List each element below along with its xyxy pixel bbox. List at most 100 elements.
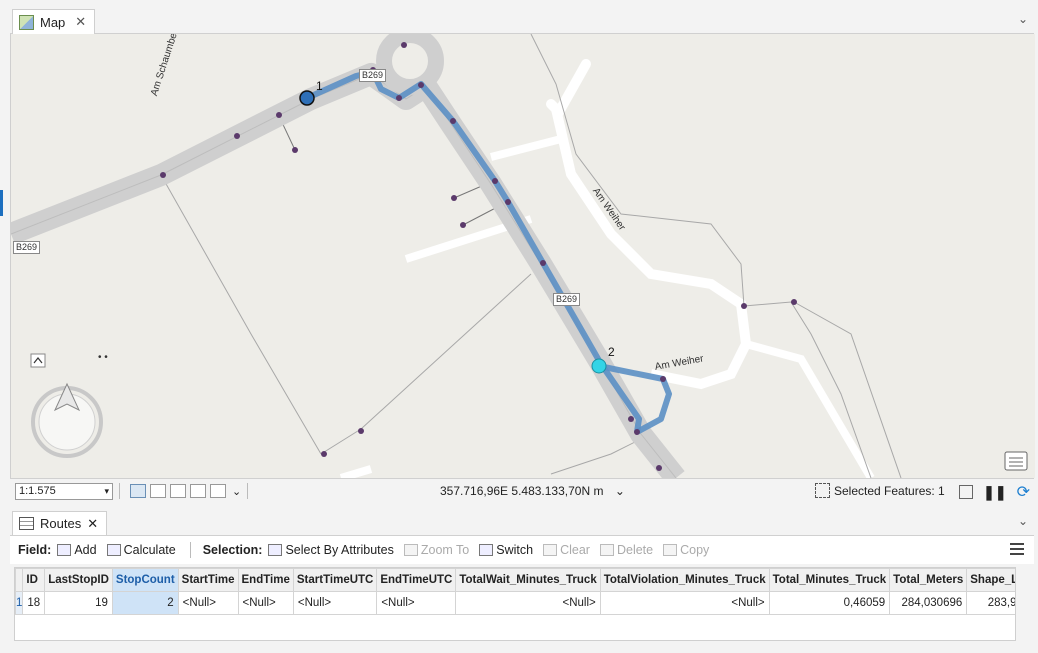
road-shield-b269-left: B269 <box>13 241 41 254</box>
table-cell[interactable]: 18 <box>22 591 46 615</box>
chevron-down-icon[interactable]: ⌄ <box>232 485 241 498</box>
scale-value: 1:1.575 <box>19 485 56 497</box>
chevron-down-icon: ⌄ <box>614 484 625 498</box>
table-corner <box>15 568 24 592</box>
column-header[interactable]: StartTime <box>177 568 239 592</box>
refresh-icon[interactable]: ⟳ <box>1017 482 1030 502</box>
table-icon <box>19 517 34 530</box>
calculate-field-button[interactable]: Calculate <box>106 543 176 557</box>
routes-tab[interactable]: Routes ✕ <box>12 511 108 535</box>
column-header[interactable]: EndTimeUTC <box>376 568 457 592</box>
table-cell[interactable]: <Null> <box>376 591 457 615</box>
copy-label: Copy <box>680 543 710 557</box>
column-header[interactable]: StopCount <box>111 568 179 592</box>
clear-selection-button[interactable]: Clear <box>543 543 590 557</box>
selected-features-label: Selected Features: 1 <box>834 483 945 498</box>
column-header[interactable]: Total_Minutes_Truck <box>768 568 891 592</box>
stop-1-marker[interactable] <box>299 90 315 106</box>
left-dock-indicator <box>0 190 3 216</box>
column-header[interactable]: LastStopID <box>44 568 113 592</box>
clear-icon <box>543 544 558 556</box>
coordinates-readout[interactable]: 357.716,96E 5.483.133,70N m ⌄ <box>440 484 625 498</box>
routes-tab-bar: Routes ✕ ⌄ <box>10 509 1034 536</box>
copy-icon <box>663 544 678 556</box>
routes-table: ID LastStopID StopCount StartTime EndTim… <box>15 568 1015 615</box>
map-tab[interactable]: Map ✕ <box>12 9 96 34</box>
divider <box>119 483 120 499</box>
pause-icon[interactable]: ❚❚ <box>983 484 1006 501</box>
constraint-icon[interactable] <box>190 484 206 498</box>
table-cell[interactable]: <Null> <box>455 591 601 615</box>
layout-icon[interactable] <box>959 485 974 499</box>
table-cell[interactable]: 0,46059 <box>768 591 891 615</box>
scale-dropdown[interactable]: 1:1.575 ▾ <box>15 482 113 500</box>
divider <box>247 483 249 499</box>
table-cell[interactable]: 19 <box>44 591 113 615</box>
north-arrow-icon[interactable] <box>31 382 103 458</box>
select-by-attributes-label: Select By Attributes <box>285 543 394 557</box>
grid-icon[interactable] <box>150 484 166 498</box>
snapping-icon[interactable] <box>170 484 186 498</box>
clear-label: Clear <box>560 543 590 557</box>
chevron-down-icon[interactable]: ⌄ <box>1018 514 1028 528</box>
refresh-area: ❚❚ ⟳ <box>959 482 1030 502</box>
switch-label: Switch <box>496 543 534 557</box>
zoom-to-button[interactable]: Zoom To <box>403 543 470 557</box>
selection-icon <box>815 483 830 498</box>
chevron-down-icon[interactable]: ⌄ <box>1018 12 1028 26</box>
calculator-icon <box>106 544 121 556</box>
stop-2-marker[interactable] <box>591 358 607 374</box>
routes-tab-label: Routes <box>40 516 82 531</box>
field-label: Field: <box>18 543 52 557</box>
delete-label: Delete <box>616 543 654 557</box>
correction-icon[interactable] <box>210 484 226 498</box>
delete-icon <box>599 544 614 556</box>
table-cell[interactable]: <Null> <box>292 591 378 615</box>
select-by-attributes-button[interactable]: Select By Attributes <box>268 543 394 557</box>
column-header[interactable]: ID <box>22 568 46 592</box>
stop-2-label: 2 <box>608 345 615 359</box>
switch-selection-button[interactable]: Switch <box>479 543 533 557</box>
expand-button[interactable] <box>30 353 46 368</box>
selected-features-indicator[interactable]: Selected Features: 1 <box>815 483 945 498</box>
table-cell[interactable]: 2 <box>111 591 179 615</box>
attribute-table[interactable]: ID LastStopID StopCount StartTime EndTim… <box>14 567 1016 641</box>
map-view[interactable]: • • Am Schaumberg Am Weiher Am Weiher B2… <box>10 34 1035 478</box>
zoom-to-label: Zoom To <box>420 543 470 557</box>
column-header[interactable]: EndTime <box>237 568 294 592</box>
chevron-down-icon: ▾ <box>104 485 109 496</box>
column-header[interactable]: StartTimeUTC <box>292 568 378 592</box>
basemap-icon[interactable] <box>1004 451 1028 471</box>
zoom-to-icon <box>403 544 418 556</box>
coordinates-value: 357.716,96E 5.483.133,70N m <box>440 484 604 498</box>
calculate-label: Calculate <box>123 543 176 557</box>
column-header[interactable]: Total_Meters <box>889 568 968 592</box>
select-by-attributes-icon <box>268 544 283 556</box>
column-header[interactable]: TotalViolation_Minutes_Truck <box>599 568 770 592</box>
table-cell[interactable]: <Null> <box>237 591 294 615</box>
table-cell[interactable]: <Null> <box>177 591 239 615</box>
delete-button[interactable]: Delete <box>599 543 654 557</box>
add-field-icon <box>57 544 72 556</box>
close-icon[interactable]: ✕ <box>75 14 86 30</box>
close-icon[interactable]: ✕ <box>87 516 98 532</box>
column-header[interactable]: Shape_Length <box>966 568 1015 592</box>
road-shield-b269-top: B269 <box>359 69 387 82</box>
table-cell[interactable]: <Null> <box>599 591 770 615</box>
table-row[interactable]: 1 18 19 2 <Null> <Null> <Null> <Null> <N… <box>15 591 1015 615</box>
column-header[interactable]: TotalWait_Minutes_Truck <box>455 568 601 592</box>
road-shield-b269-mid: B269 <box>553 293 581 306</box>
table-header-row: ID LastStopID StopCount StartTime EndTim… <box>15 568 1015 592</box>
map-canvas[interactable]: • • <box>11 34 1035 478</box>
map-status-bar: 1:1.575 ▾ ⌄ 357.716,96E 5.483.133,70N m … <box>10 478 1034 503</box>
table-cell[interactable]: 283,988713 <box>966 591 1015 615</box>
selection-label: Selection: <box>202 543 263 557</box>
table-cell[interactable]: 284,030696 <box>889 591 968 615</box>
row-number[interactable]: 1 <box>15 591 24 615</box>
add-field-button[interactable]: Add <box>57 543 97 557</box>
fixed-scale-icon[interactable] <box>130 484 146 498</box>
copy-button[interactable]: Copy <box>663 543 709 557</box>
switch-icon <box>479 544 494 556</box>
menu-icon[interactable] <box>1010 543 1024 558</box>
table-toolbar: Field: Add Calculate Selection: Select B… <box>10 536 1034 564</box>
